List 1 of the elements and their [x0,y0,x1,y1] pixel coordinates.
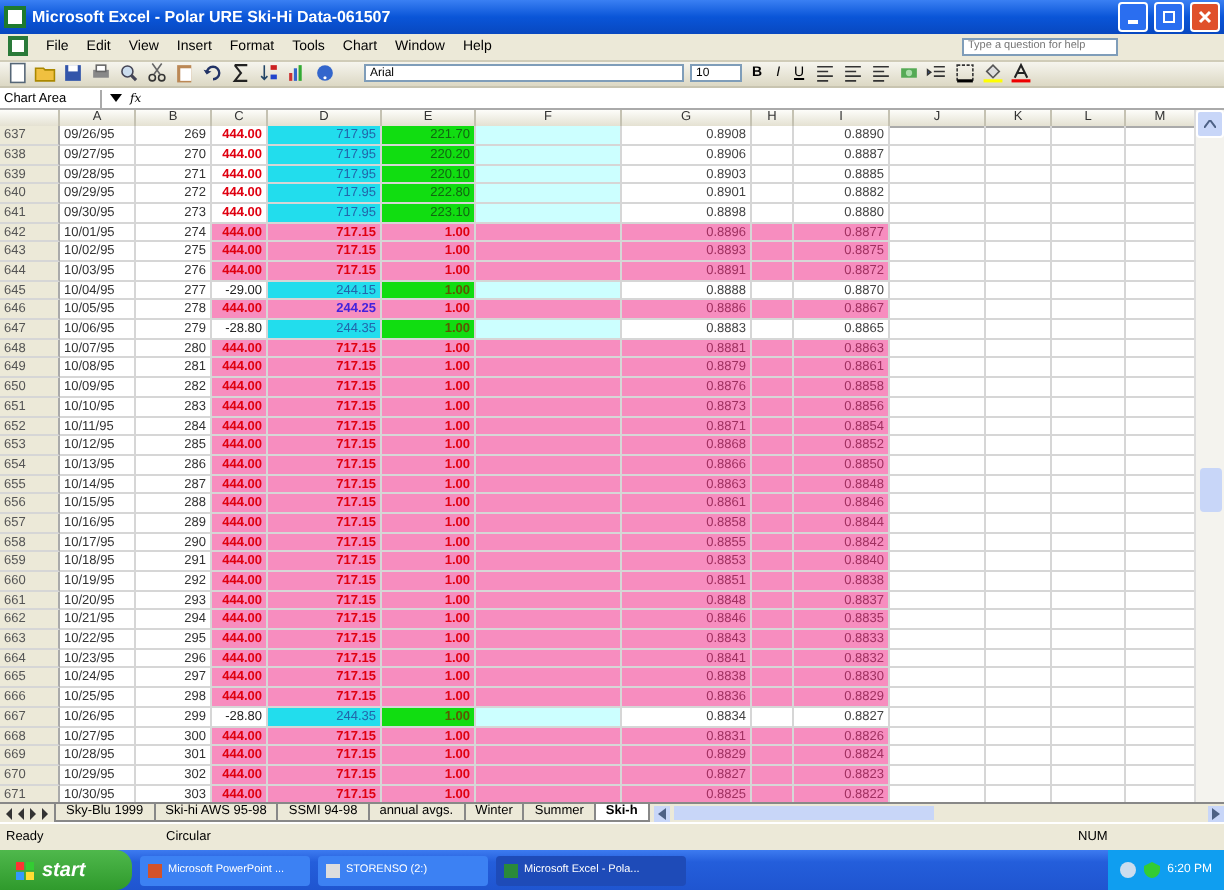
window-title: Microsoft Excel - Polar URE Ski-Hi Data-061507 [32,7,393,26]
